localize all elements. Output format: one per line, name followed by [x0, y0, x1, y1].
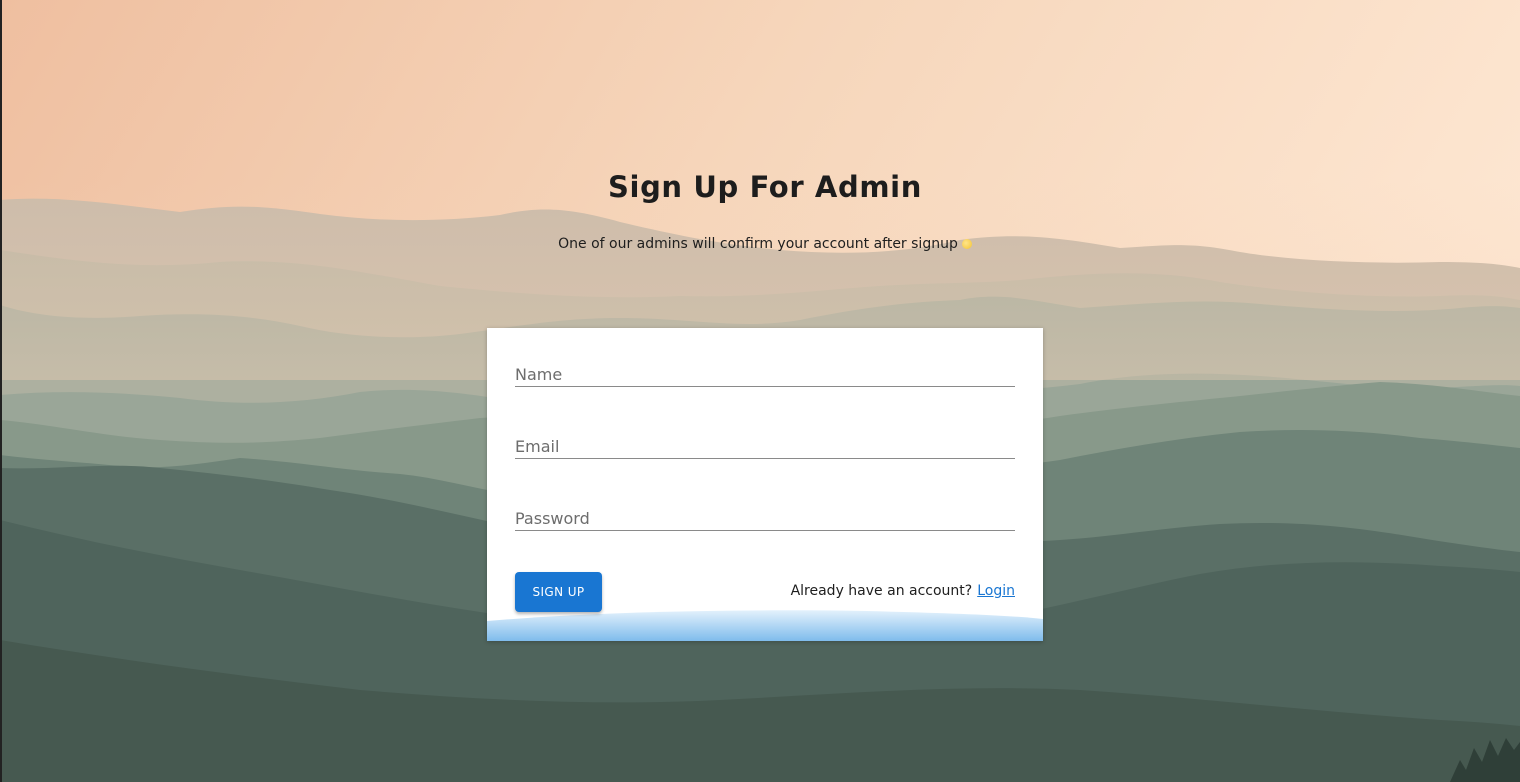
login-link[interactable]: Login — [977, 583, 1015, 599]
login-prompt-text: Already have an account? — [790, 583, 973, 599]
card-wave-decoration — [487, 610, 1043, 641]
subtitle-text: One of our admins will confirm your acco… — [558, 236, 958, 252]
signup-button[interactable]: SIGN UP — [515, 572, 602, 612]
page-subtitle: One of our admins will confirm your acco… — [0, 236, 1520, 252]
sparkle-icon — [961, 239, 972, 249]
name-input[interactable] — [515, 365, 1015, 384]
window-left-border — [0, 0, 2, 782]
email-input[interactable] — [515, 437, 1015, 456]
password-input[interactable] — [515, 509, 1015, 528]
email-field[interactable] — [515, 428, 1015, 459]
password-field[interactable] — [515, 500, 1015, 531]
page-title: Sign Up For Admin — [608, 170, 922, 204]
signup-card: SIGN UP Already have an account?Login — [487, 328, 1043, 641]
login-prompt: Already have an account? Login — [791, 583, 1015, 599]
name-field[interactable] — [515, 356, 1015, 387]
